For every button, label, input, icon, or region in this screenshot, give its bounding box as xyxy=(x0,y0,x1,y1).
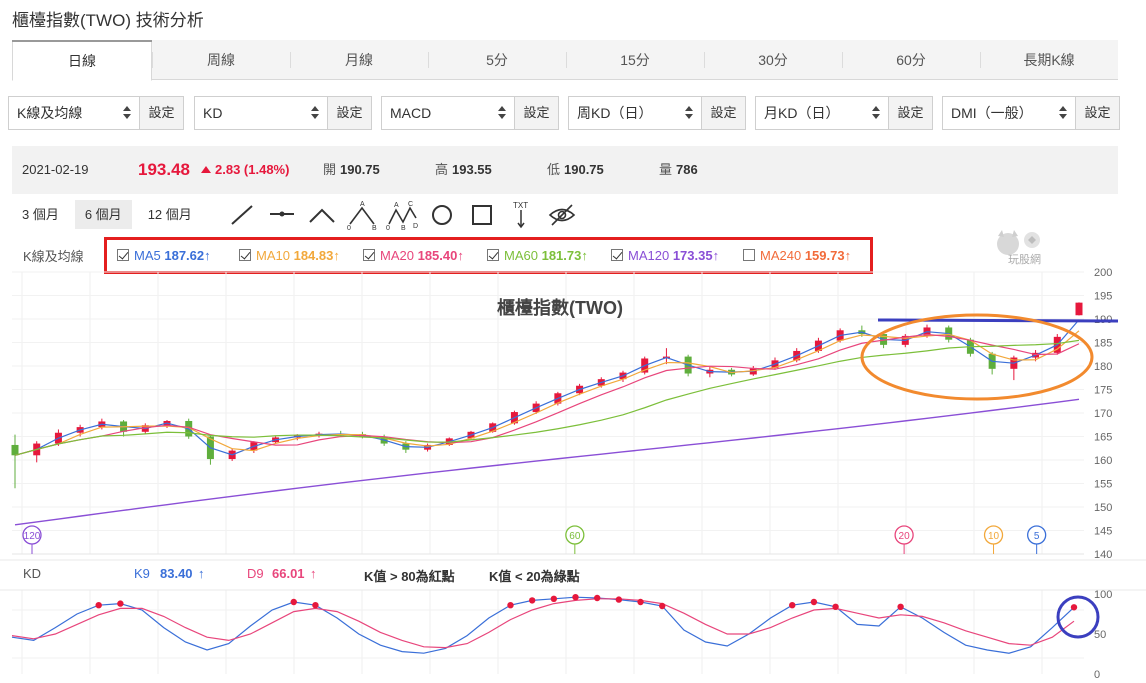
k-overbought-dot xyxy=(1070,604,1078,611)
price-tick-label: 195 xyxy=(1094,291,1112,303)
price-tick-label: 175 xyxy=(1094,385,1112,397)
ma-marker-label: 120 xyxy=(24,531,41,542)
ma-marker-label: 5 xyxy=(1034,531,1040,542)
ma60-line xyxy=(14,339,1080,456)
candle-body xyxy=(11,444,19,456)
k-overbought-dot xyxy=(832,603,839,610)
k-overbought-dot xyxy=(789,602,796,609)
k-overbought-dot xyxy=(117,600,124,607)
price-chart[interactable]: 140145150155160165170175180185190195200櫃… xyxy=(0,0,1146,683)
k-overbought-dot xyxy=(528,597,536,604)
ma-marker-5: 5 xyxy=(1027,525,1047,554)
k-overbought-dot xyxy=(897,603,904,610)
k-overbought-dot xyxy=(615,596,623,603)
k9-line xyxy=(11,596,1075,654)
k-overbought-dot xyxy=(659,602,666,610)
price-tick-label: 170 xyxy=(1094,408,1112,420)
chart-title: 櫃檯指數(TWO) xyxy=(497,297,623,318)
k-overbought-dot xyxy=(550,595,558,602)
price-tick-label: 150 xyxy=(1094,502,1112,514)
ma-marker-label: 20 xyxy=(899,531,911,542)
price-tick-label: 140 xyxy=(1094,549,1112,561)
price-tick-label: 145 xyxy=(1094,526,1112,538)
k-overbought-dot xyxy=(593,594,601,602)
price-tick-label: 185 xyxy=(1094,338,1112,350)
k-overbought-dot xyxy=(312,602,319,609)
d9-line xyxy=(11,598,1075,649)
price-tick-label: 155 xyxy=(1094,479,1112,491)
price-tick-label: 165 xyxy=(1094,432,1112,444)
k-overbought-dot xyxy=(290,598,297,606)
ma-marker-20: 20 xyxy=(894,525,914,554)
ma-marker-label: 10 xyxy=(988,531,1000,542)
ma-marker-60: 60 xyxy=(565,525,585,554)
k-overbought-dot xyxy=(95,602,102,609)
kd-tick-label: 0 xyxy=(1094,669,1100,681)
ma120-line xyxy=(14,398,1080,526)
price-gridlines xyxy=(12,271,1084,674)
ma-marker-10: 10 xyxy=(983,525,1004,554)
k-overbought-dot xyxy=(637,598,644,606)
candle-body xyxy=(1075,302,1083,316)
ma5-line xyxy=(14,319,1080,456)
kd-tick-label: 50 xyxy=(1094,629,1106,641)
kd-tick-label: 100 xyxy=(1094,589,1112,601)
k-overbought-dot xyxy=(572,594,579,601)
k-overbought-dot xyxy=(810,598,818,606)
consolidation-annotation-ellipse xyxy=(860,313,1094,401)
ma-marker-120: 120 xyxy=(22,525,42,554)
price-tick-label: 200 xyxy=(1094,267,1112,279)
price-tick-label: 160 xyxy=(1094,455,1112,467)
k-overbought-dot xyxy=(507,602,514,609)
ma-marker-label: 60 xyxy=(569,531,581,542)
price-tick-label: 180 xyxy=(1094,361,1112,373)
